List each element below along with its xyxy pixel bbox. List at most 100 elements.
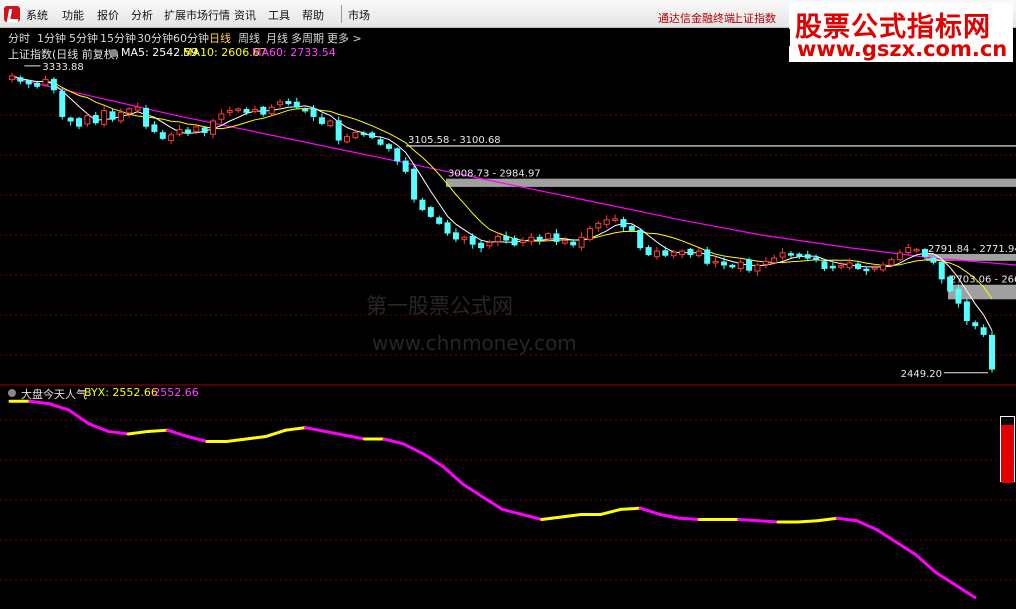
- candle-body: [218, 113, 225, 120]
- candle-body: [151, 124, 158, 132]
- low-label: 2449.20: [901, 369, 942, 380]
- period-tab-weekly[interactable]: 周线: [238, 30, 260, 46]
- candle-body: [628, 225, 635, 231]
- menu-separator: [341, 5, 342, 23]
- indicator-segment: [894, 540, 918, 557]
- candle-body: [687, 248, 694, 256]
- period-tab-intraday[interactable]: 分时: [8, 30, 30, 46]
- candle-body: [369, 132, 376, 138]
- candle-body: [84, 115, 91, 125]
- indicator-segment: [855, 519, 879, 532]
- menu-market[interactable]: 市场: [348, 7, 370, 23]
- indicator-segment: [244, 434, 268, 441]
- candle-body: [938, 262, 945, 280]
- candle-body: [737, 261, 744, 269]
- candle-body: [553, 233, 560, 242]
- overlay-watermark-cn: 第一股票公式网: [366, 294, 513, 318]
- candle-body: [896, 252, 903, 261]
- candle-body: [101, 110, 108, 125]
- broker-link[interactable]: 通达信金融终端: [658, 10, 735, 26]
- candle-body: [411, 168, 418, 200]
- candle-body: [268, 106, 275, 115]
- candle-body: [117, 111, 124, 122]
- menu-system[interactable]: 系统: [26, 7, 48, 23]
- candle-body: [720, 261, 727, 266]
- candle-body: [17, 77, 24, 82]
- ma-settings-icon[interactable]: [110, 49, 118, 57]
- candle-body: [695, 250, 702, 257]
- period-tab-30min[interactable]: 30分钟: [137, 30, 173, 46]
- period-tab-more[interactable]: 更多 >: [327, 30, 362, 46]
- candle-body: [436, 217, 443, 224]
- menu-tools[interactable]: 工具: [268, 7, 290, 23]
- candle-body: [478, 242, 485, 249]
- period-tab-1min[interactable]: 1分钟: [37, 30, 66, 46]
- indicator-segment: [500, 507, 524, 516]
- period-tab-5min[interactable]: 5分钟: [69, 30, 98, 46]
- period-toolbar: 分时 1分钟 5分钟 15分钟 30分钟 60分钟 日线 周线 月线 多周期 更…: [0, 29, 790, 46]
- indicator-segment: [47, 402, 71, 412]
- menu-news[interactable]: 资讯: [234, 7, 256, 23]
- candle-body: [327, 120, 334, 127]
- indicator-segment: [284, 426, 307, 432]
- gap-band-1-label: 3105.58 - 3100.68: [408, 135, 501, 146]
- menu-function[interactable]: 功能: [62, 7, 84, 23]
- period-tab-monthly[interactable]: 月线: [266, 30, 288, 46]
- period-tab-daily[interactable]: 日线: [209, 30, 231, 46]
- candle-body: [34, 82, 41, 87]
- indicator-segment: [914, 553, 938, 574]
- indicator-segment: [461, 482, 485, 499]
- candle-body: [813, 257, 820, 261]
- candle-body: [980, 327, 987, 335]
- high-label: 3333.88: [42, 62, 83, 73]
- indicator-segment: [520, 512, 544, 521]
- candle-body: [963, 301, 970, 321]
- candle-body: [729, 264, 736, 268]
- candle-body: [318, 117, 325, 124]
- candle-body: [193, 126, 200, 132]
- candle-body: [285, 100, 292, 105]
- menu-ext-market[interactable]: 扩展市场行情: [164, 7, 230, 23]
- menu-quote[interactable]: 报价: [97, 7, 119, 23]
- candle-body: [503, 235, 510, 241]
- candle-body: [293, 101, 300, 108]
- candle-body: [662, 250, 669, 256]
- candle-body: [25, 80, 32, 85]
- candle-body: [226, 110, 233, 113]
- period-tab-15min[interactable]: 15分钟: [100, 30, 136, 46]
- candle-body: [486, 241, 493, 247]
- candle-body: [603, 219, 610, 225]
- candle-body: [905, 247, 912, 253]
- candle-body: [779, 252, 786, 258]
- candle-body: [377, 139, 384, 145]
- candle-body: [419, 199, 426, 210]
- indicator-segment: [382, 437, 406, 446]
- menu-help[interactable]: 帮助: [302, 7, 324, 23]
- indicator-segment: [540, 515, 563, 521]
- indicator-settings-icon[interactable]: [8, 389, 16, 397]
- candle-body: [511, 237, 518, 246]
- indicator-segment: [559, 512, 583, 519]
- watermark-logo: 股票公式指标网 www.gszx.com.cn: [789, 3, 1013, 62]
- app-logo-icon[interactable]: [4, 6, 20, 22]
- watermark-url: www.gszx.com.cn: [797, 37, 1008, 61]
- period-tab-60min[interactable]: 60分钟: [173, 30, 209, 46]
- indicator-segment: [796, 519, 819, 524]
- candle-body: [913, 248, 920, 252]
- menu-analysis[interactable]: 分析: [131, 7, 153, 23]
- candle-body: [620, 219, 627, 228]
- candle-body: [344, 136, 351, 143]
- candle-body: [201, 127, 208, 133]
- indicator-segment: [638, 506, 662, 516]
- candle-body: [612, 218, 619, 221]
- candle-body: [76, 118, 83, 127]
- gap-band-2-label: 3008.73 - 2984.97: [448, 169, 541, 180]
- candle-body: [637, 229, 644, 249]
- candle-body: [871, 267, 878, 270]
- period-tab-multi[interactable]: 多周期: [291, 30, 324, 46]
- indicator-segment: [953, 583, 977, 599]
- candle-body: [92, 115, 99, 124]
- candle-body: [143, 107, 150, 127]
- index-link[interactable]: 上证指数: [732, 10, 776, 26]
- candle-body: [586, 228, 593, 240]
